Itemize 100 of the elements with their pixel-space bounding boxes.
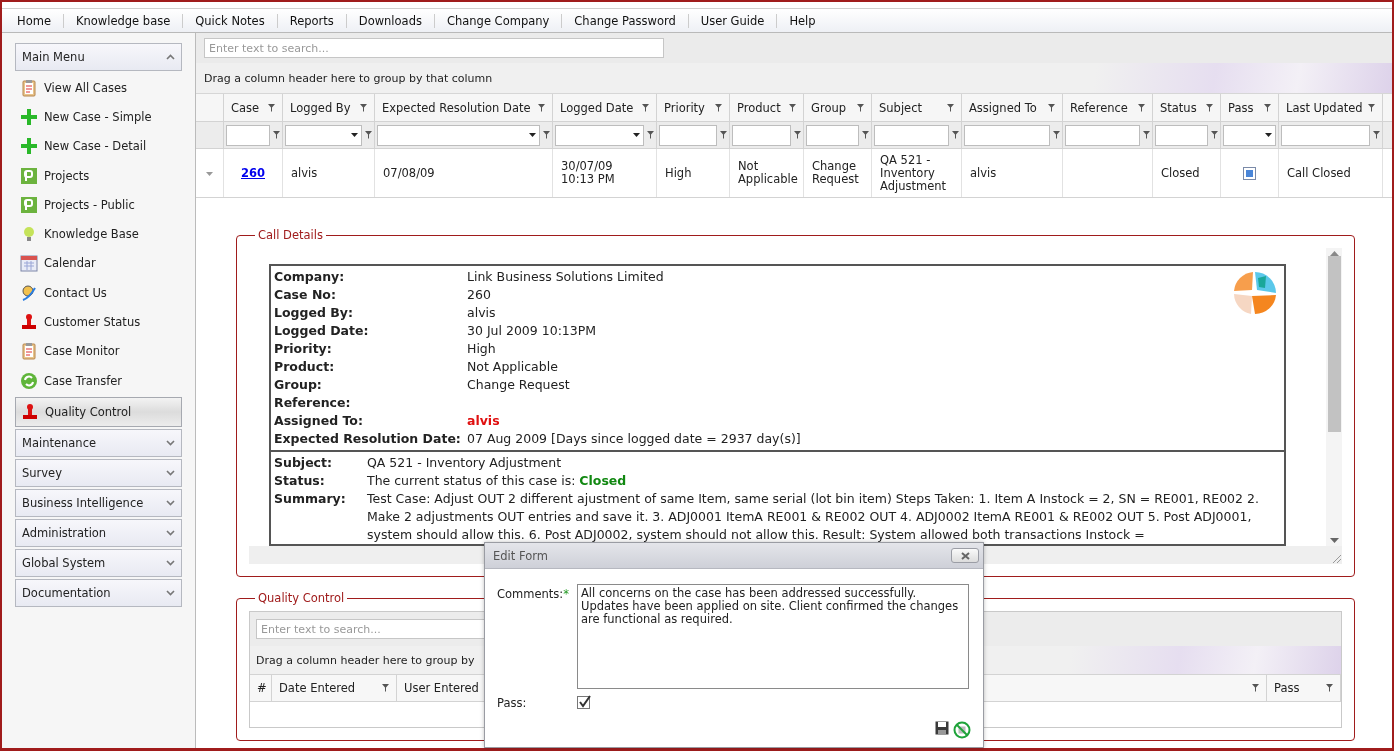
plus-icon bbox=[20, 137, 38, 156]
menu-link[interactable]: Quick Notes bbox=[182, 13, 277, 28]
sidebar-item[interactable]: Case Transfer bbox=[15, 365, 182, 396]
filter-icon[interactable] bbox=[382, 684, 389, 692]
filter-icon[interactable] bbox=[1053, 131, 1060, 139]
column-header[interactable]: Last Updated bbox=[1279, 94, 1383, 121]
menu-link[interactable]: Home bbox=[4, 13, 63, 28]
filter-icon[interactable] bbox=[647, 131, 654, 139]
caret-icon bbox=[529, 133, 536, 137]
filter-icon[interactable] bbox=[1326, 684, 1333, 692]
filter-field[interactable] bbox=[732, 124, 791, 146]
column-header[interactable]: Assigned To bbox=[962, 94, 1063, 121]
filter-field[interactable] bbox=[806, 124, 859, 146]
expand-caret-icon[interactable] bbox=[206, 169, 213, 177]
filter-icon[interactable] bbox=[1373, 131, 1380, 139]
filter-icon[interactable] bbox=[857, 103, 864, 112]
menu-link[interactable]: Reports bbox=[276, 13, 346, 28]
menu-link[interactable]: Downloads bbox=[345, 13, 434, 28]
filter-field[interactable] bbox=[226, 124, 270, 146]
sidebar-item[interactable]: Knowledge Base bbox=[15, 219, 182, 249]
column-header[interactable]: Pass bbox=[1221, 94, 1279, 121]
filter-icon[interactable] bbox=[715, 103, 722, 112]
table-cell: alvis bbox=[291, 166, 318, 180]
filter-icon[interactable] bbox=[1368, 103, 1375, 112]
close-button[interactable] bbox=[951, 548, 979, 563]
checkbox[interactable] bbox=[577, 695, 592, 710]
sidebar-section-header[interactable]: Main Menu bbox=[15, 43, 182, 71]
column-header[interactable]: Subject bbox=[872, 94, 962, 121]
sidebar-section-header[interactable]: Administration bbox=[15, 519, 182, 548]
filter-field[interactable] bbox=[659, 124, 717, 146]
filter-icon[interactable] bbox=[794, 131, 801, 139]
column-header[interactable]: Expected Resolution Date bbox=[375, 94, 553, 121]
column-header[interactable]: Product bbox=[730, 94, 804, 121]
filter-field[interactable] bbox=[874, 124, 949, 146]
search-field[interactable]: Enter text to search... bbox=[204, 38, 664, 58]
column-header[interactable]: Logged Date bbox=[553, 94, 657, 121]
filter-field[interactable] bbox=[964, 124, 1050, 146]
sidebar-item[interactable]: New Case - Detail bbox=[15, 131, 182, 161]
column-header[interactable]: Logged By bbox=[283, 94, 375, 121]
field-label: Assigned To: bbox=[274, 412, 364, 430]
column-header[interactable]: Status bbox=[1153, 94, 1221, 121]
filter-icon[interactable] bbox=[268, 103, 275, 112]
column-header[interactable]: Pass bbox=[1267, 675, 1341, 701]
filter-icon[interactable] bbox=[789, 103, 796, 112]
filter-field[interactable] bbox=[1281, 124, 1370, 146]
sidebar-item[interactable]: Customer Status bbox=[15, 307, 182, 337]
project-icon bbox=[20, 195, 38, 214]
sidebar-item[interactable]: Contact Us bbox=[15, 278, 182, 308]
sidebar-item[interactable]: View All Cases bbox=[15, 73, 182, 103]
scroll-up-arrow-icon[interactable] bbox=[1329, 251, 1339, 256]
panel-legend: Call Details bbox=[255, 228, 326, 242]
filter-icon[interactable] bbox=[952, 131, 959, 139]
filter-icon[interactable] bbox=[1264, 103, 1271, 112]
sidebar-section-header[interactable]: Documentation bbox=[15, 579, 182, 608]
sidebar-section-header[interactable]: Business Intelligence bbox=[15, 489, 182, 518]
menu-link[interactable]: Knowledge base bbox=[62, 13, 183, 28]
filter-icon[interactable] bbox=[273, 131, 280, 139]
filter-icon[interactable] bbox=[720, 131, 727, 139]
filter-icon[interactable] bbox=[543, 131, 550, 139]
menu-link[interactable]: Help bbox=[776, 13, 828, 28]
sidebar-item[interactable]: Projects bbox=[15, 160, 182, 191]
filter-icon[interactable] bbox=[538, 103, 545, 112]
filter-icon[interactable] bbox=[360, 103, 367, 112]
case-link[interactable]: 260 bbox=[241, 166, 265, 180]
sidebar-item[interactable]: Case Monitor bbox=[15, 336, 182, 366]
sidebar-item[interactable]: Projects - Public bbox=[15, 190, 182, 220]
checkbox[interactable] bbox=[1243, 166, 1256, 180]
scrollbar[interactable] bbox=[1326, 248, 1342, 546]
sidebar-item[interactable]: Calendar bbox=[15, 248, 182, 279]
filter-icon[interactable] bbox=[365, 131, 372, 139]
filter-icon[interactable] bbox=[862, 131, 869, 139]
filter-field[interactable] bbox=[1155, 124, 1208, 146]
filter-icon[interactable] bbox=[1211, 131, 1218, 139]
menu-link[interactable]: Change Company bbox=[433, 13, 562, 28]
filter-icon[interactable] bbox=[1252, 684, 1259, 692]
sidebar-item[interactable]: New Case - Simple bbox=[15, 102, 182, 132]
filter-icon[interactable] bbox=[1206, 103, 1213, 112]
column-header[interactable]: Case bbox=[224, 94, 283, 121]
filter-icon[interactable] bbox=[1138, 103, 1145, 112]
comments-field[interactable]: All concerns on the case has been addressed successfully. Updates have been applied on site. Client confirmed the changes are functional as required. bbox=[577, 584, 969, 689]
column-header[interactable]: # bbox=[250, 675, 272, 701]
column-header[interactable]: Date Entered bbox=[272, 675, 397, 701]
menu-link[interactable]: Change Password bbox=[561, 13, 688, 28]
filter-icon[interactable] bbox=[947, 103, 954, 112]
scroll-down-arrow-icon[interactable] bbox=[1329, 538, 1339, 543]
column-header[interactable]: Group bbox=[804, 94, 872, 121]
sidebar-section-header[interactable]: Survey bbox=[15, 459, 182, 488]
resize-grip-icon[interactable] bbox=[1332, 554, 1342, 564]
filter-icon[interactable] bbox=[642, 103, 649, 112]
field-label: Group: bbox=[274, 376, 323, 394]
sidebar-item[interactable]: Quality Control bbox=[15, 397, 182, 428]
filter-icon[interactable] bbox=[1048, 103, 1055, 112]
sidebar-section-header[interactable]: Global System bbox=[15, 549, 182, 578]
sidebar-section-header[interactable]: Maintenance bbox=[15, 429, 182, 458]
menu-link[interactable]: User Guide bbox=[687, 13, 777, 28]
filter-field[interactable] bbox=[1065, 124, 1140, 146]
column-header[interactable]: Reference bbox=[1063, 94, 1153, 121]
stamp-icon bbox=[21, 403, 39, 422]
filter-icon[interactable] bbox=[1143, 131, 1150, 139]
column-header[interactable]: Priority bbox=[657, 94, 730, 121]
